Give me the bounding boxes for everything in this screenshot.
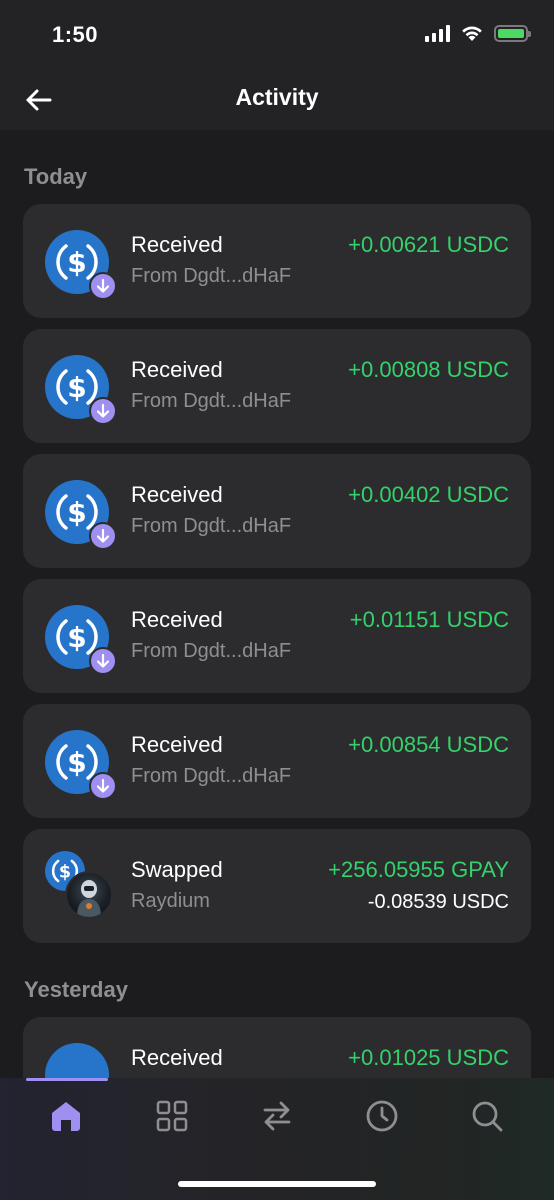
- usdc-token-icon: $: [45, 230, 117, 300]
- section-header-yesterday: Yesterday: [24, 977, 128, 1002]
- tab-search[interactable]: [467, 1096, 507, 1136]
- svg-text:$: $: [67, 746, 86, 779]
- transaction-amount: +0.01025 USDC: [348, 1045, 509, 1070]
- transaction-amount-received: +256.05955 GPAY: [328, 857, 509, 882]
- transaction-subtitle: From Dgdt...dHaF: [131, 640, 292, 662]
- transaction-row[interactable]: $ Received From Dgdt...dHaF +0.00808 USD…: [23, 329, 531, 443]
- transaction-amount: +0.00808 USDC: [348, 357, 509, 382]
- tab-collectibles[interactable]: [152, 1096, 192, 1136]
- nav-header: Activity: [0, 70, 554, 130]
- gpay-token-icon: [65, 871, 113, 919]
- arrow-down-icon: [89, 772, 117, 800]
- svg-text:$: $: [67, 246, 86, 279]
- home-indicator: [178, 1181, 376, 1187]
- tab-activity[interactable]: [362, 1096, 402, 1136]
- search-icon: [472, 1101, 503, 1132]
- transaction-title: Swapped: [131, 857, 223, 882]
- tab-swap[interactable]: [257, 1096, 297, 1136]
- transaction-title: Received: [131, 732, 223, 757]
- transaction-amount: +0.00854 USDC: [348, 732, 509, 757]
- page-title: Activity: [235, 84, 319, 110]
- home-icon: [52, 1102, 80, 1131]
- svg-text:$: $: [67, 371, 86, 404]
- transaction-subtitle: From Dgdt...dHaF: [131, 515, 292, 537]
- cellular-signal-icon: [425, 24, 450, 42]
- transaction-amount: +0.00402 USDC: [348, 482, 509, 507]
- arrow-down-icon: [89, 272, 117, 300]
- active-tab-indicator: [26, 1078, 108, 1081]
- arrow-down-icon: [89, 522, 117, 550]
- transaction-title: Received: [131, 482, 223, 507]
- wifi-icon: [462, 26, 482, 41]
- arrow-down-icon: [89, 397, 117, 425]
- usdc-token-icon: $: [45, 480, 117, 550]
- svg-text:$: $: [67, 621, 86, 654]
- transaction-row[interactable]: $ Received From Dgdt...dHaF +0.00402 USD…: [23, 454, 531, 568]
- battery-charging-icon: [494, 24, 531, 42]
- status-icons: [425, 24, 531, 42]
- transaction-row[interactable]: $ Received From Dgdt...dHaF +0.00854 USD…: [23, 704, 531, 818]
- usdc-token-icon: $: [45, 355, 117, 425]
- swap-arrows-icon: [263, 1101, 291, 1131]
- transaction-row[interactable]: $ Received From Dgdt...dHaF +0.01151 USD…: [23, 579, 531, 693]
- section-header-today: Today: [24, 164, 88, 189]
- grid-icon: [156, 1100, 188, 1132]
- history-clock-icon: [366, 1100, 398, 1132]
- usdc-token-icon: $: [45, 730, 117, 800]
- tab-home[interactable]: [46, 1096, 86, 1136]
- svg-text:$: $: [67, 496, 86, 529]
- status-time: 1:50: [52, 22, 99, 47]
- transaction-amount-sent: -0.08539 USDC: [367, 891, 509, 913]
- status-bar: 1:50: [0, 0, 554, 70]
- transaction-amount: +0.01151 USDC: [349, 607, 509, 632]
- transaction-title: Received: [131, 357, 223, 382]
- transaction-subtitle: Raydium: [131, 890, 210, 912]
- transaction-amount: +0.00621 USDC: [348, 232, 509, 257]
- usdc-token-icon: $: [45, 605, 117, 675]
- transaction-title: Received: [131, 607, 223, 632]
- transaction-row[interactable]: $ Received From Dgdt...dHaF +0.00621 USD…: [23, 204, 531, 318]
- arrow-down-icon: [89, 647, 117, 675]
- transaction-subtitle: From Dgdt...dHaF: [131, 765, 292, 787]
- transaction-row[interactable]: $ Swapped Raydium +256.05955 GPAY -0.085…: [23, 829, 531, 943]
- transaction-title: Received: [131, 1045, 223, 1070]
- transaction-title: Received: [131, 232, 223, 257]
- transaction-subtitle: From Dgdt...dHaF: [131, 390, 292, 412]
- transaction-subtitle: From Dgdt...dHaF: [131, 265, 292, 287]
